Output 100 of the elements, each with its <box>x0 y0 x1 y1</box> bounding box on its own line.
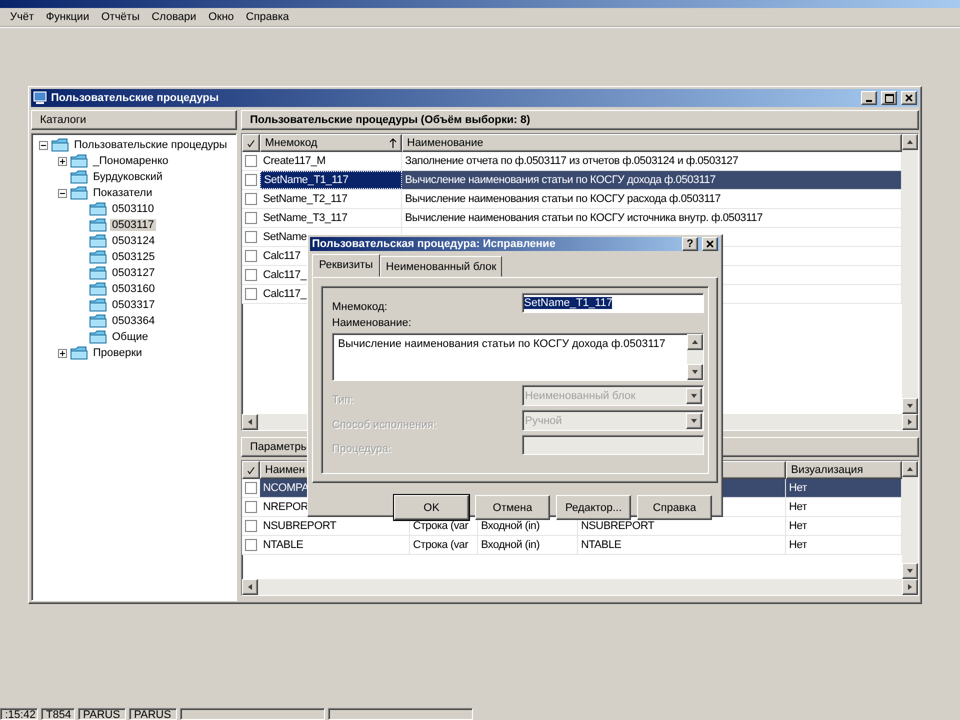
checkbox[interactable] <box>245 288 257 300</box>
scroll-up-button[interactable] <box>687 334 703 350</box>
checkbox[interactable] <box>245 155 257 167</box>
checkbox[interactable] <box>245 539 257 551</box>
table-row[interactable]: SetName_T1_117 Вычисление наименования статьи по КОСГУ дохода ф.0503117 <box>242 171 902 190</box>
check-icon <box>247 466 255 474</box>
tree-item[interactable]: 0503117 <box>110 219 156 231</box>
scroll-down-button[interactable] <box>902 563 918 579</box>
text-area[interactable]: Вычисление наименования статьи по КОСГУ дохода ф.0503117 <box>332 333 704 381</box>
menu-item[interactable]: Окно <box>202 11 240 23</box>
scroll-left-button[interactable] <box>242 579 258 595</box>
tree-item[interactable]: Бурдуковский <box>91 171 165 183</box>
scroll-up-button[interactable] <box>902 461 918 477</box>
tree-item[interactable]: 0503364 <box>110 315 157 327</box>
table-cell: SetName_T2_117 <box>260 190 402 208</box>
scroll-up-button[interactable] <box>902 134 918 150</box>
table-row[interactable]: SetName_T3_117 Вычисление наименования статьи по КОСГУ источника внутр. ф.0503117 <box>242 209 902 228</box>
scrollbar[interactable] <box>902 134 918 414</box>
tree-item[interactable]: Проверки <box>91 347 144 359</box>
tree-item[interactable]: 0503317 <box>110 299 157 311</box>
up-arrow-icon <box>906 138 914 146</box>
expand-icon[interactable] <box>58 156 67 166</box>
menu-item[interactable]: Словари <box>146 11 202 23</box>
app-icon <box>33 91 47 105</box>
scroll-right-button[interactable] <box>902 579 918 595</box>
dialog-button[interactable]: Отмена <box>475 495 550 520</box>
collapse-icon[interactable] <box>58 188 67 198</box>
panel-header: Каталоги <box>31 110 237 130</box>
menu-item[interactable]: Функции <box>40 11 96 23</box>
left-arrow-icon <box>246 583 254 591</box>
folder-icon <box>89 298 107 312</box>
table-cell: NTABLE <box>578 536 786 554</box>
column-header[interactable]: Мнемокод <box>260 134 402 152</box>
dialog-button[interactable]: Редактор... <box>556 495 631 520</box>
column-header[interactable]: Наименование <box>402 134 902 152</box>
right-arrow-icon <box>906 418 914 426</box>
folder-icon <box>89 314 107 328</box>
menu-item[interactable]: Отчёты <box>95 11 146 23</box>
column-header[interactable]: Визуализация <box>786 461 902 479</box>
tree-item[interactable]: 0503124 <box>110 235 157 247</box>
tree-item[interactable]: _Пономаренко <box>91 155 170 167</box>
checkbox[interactable] <box>245 231 257 243</box>
table-cell: SetName_T1_117 <box>260 171 402 189</box>
tree-item[interactable]: 0503160 <box>110 283 157 295</box>
dropdown-arrow-icon <box>690 392 698 400</box>
sort-arrow-icon <box>389 138 397 148</box>
close-button[interactable] <box>901 91 917 105</box>
down-arrow-icon <box>906 402 914 410</box>
left-arrow-icon <box>246 418 254 426</box>
checkbox[interactable] <box>245 174 257 186</box>
menu-item[interactable]: Учёт <box>4 11 40 23</box>
table-row[interactable]: Create117_M Заполнение отчета по ф.0503117 из отчетов ф.0503124 и ф.0503127 <box>242 152 902 171</box>
dialog-button[interactable]: Справка <box>637 495 712 520</box>
scroll-right-button[interactable] <box>902 414 918 430</box>
scrollbar[interactable] <box>902 461 918 579</box>
table-cell: Create117_M <box>260 152 402 170</box>
folder-icon <box>89 234 107 248</box>
close-button[interactable] <box>702 237 718 251</box>
maximize-button[interactable] <box>881 91 897 105</box>
scroll-left-button[interactable] <box>242 414 258 430</box>
status-pane: PARUS <box>78 708 126 720</box>
tree-item[interactable]: 0503110 <box>110 203 156 215</box>
checkbox[interactable] <box>245 193 257 205</box>
folder-icon <box>89 202 107 216</box>
folder-icon <box>89 250 107 264</box>
input-field[interactable] <box>522 435 704 455</box>
table-row[interactable]: NSUBREPORT Строка (var Входной (in) NSUBREPORT Нет <box>242 517 902 536</box>
help-button[interactable]: ? <box>682 237 698 251</box>
menu-item[interactable]: Справка <box>240 11 296 23</box>
collapse-icon[interactable] <box>39 140 48 150</box>
window-title: Пользовательские процедуры <box>51 92 220 104</box>
expand-icon[interactable] <box>58 348 67 358</box>
checkbox[interactable] <box>245 212 257 224</box>
checkbox[interactable] <box>245 269 257 281</box>
dialog-button[interactable]: OK <box>394 495 469 520</box>
tree-item[interactable]: 0503125 <box>110 251 157 263</box>
input-field[interactable]: SetName_T1_117 <box>522 293 704 313</box>
tree-item[interactable]: 0503127 <box>110 267 157 279</box>
scroll-down-button[interactable] <box>687 364 703 380</box>
down-arrow-icon <box>691 368 699 376</box>
checkbox[interactable] <box>245 501 257 513</box>
table-row[interactable]: SetName_T2_117 Вычисление наименования статьи по КОСГУ расхода ф.0503117 <box>242 190 902 209</box>
scrollbar[interactable] <box>242 579 918 595</box>
dropdown-arrow-icon <box>690 416 698 424</box>
tab[interactable]: Реквизиты <box>312 254 380 277</box>
field-label: Мнемокод: <box>332 301 388 313</box>
tab[interactable]: Неименованный блок <box>380 256 502 277</box>
scroll-down-button[interactable] <box>902 398 918 414</box>
folder-icon <box>70 170 88 184</box>
checkbox[interactable] <box>245 482 257 494</box>
table-row[interactable]: NTABLE Строка (var Входной (in) NTABLE Нет <box>242 536 902 555</box>
checkbox[interactable] <box>245 520 257 532</box>
field-label: Наименование: <box>332 317 412 329</box>
tree-item[interactable]: Показатели <box>91 187 154 199</box>
tree-item[interactable]: Пользовательские процедуры <box>72 139 230 151</box>
minimize-button[interactable] <box>861 91 877 105</box>
close-icon <box>905 94 913 102</box>
tree-item[interactable]: Общие <box>110 331 150 343</box>
folder-icon <box>51 138 69 152</box>
checkbox[interactable] <box>245 250 257 262</box>
